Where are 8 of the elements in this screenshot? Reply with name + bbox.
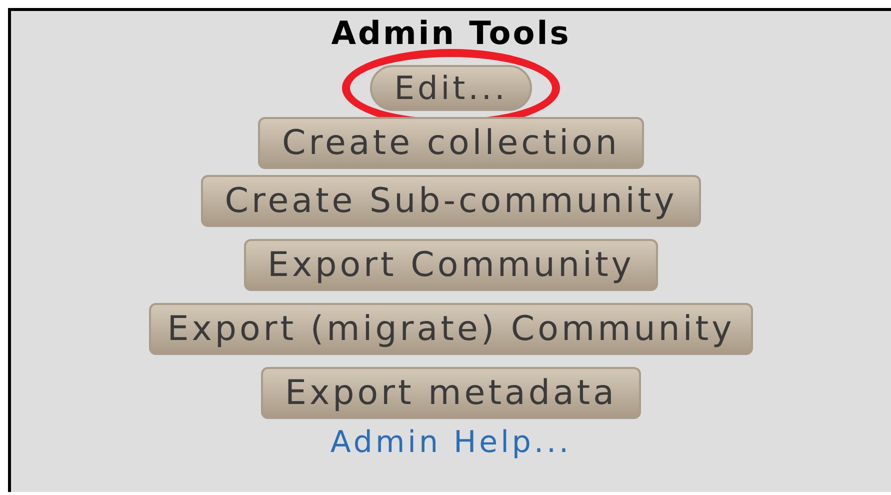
admin-button[interactable]: Export Community: [244, 239, 658, 291]
admin-button[interactable]: Create Sub-community: [200, 175, 702, 227]
help-link[interactable]: Admin Help...: [330, 425, 572, 461]
admin-button[interactable]: Export (migrate) Community: [149, 303, 753, 355]
admin-button[interactable]: Create collection: [258, 117, 644, 169]
admin-button[interactable]: Export metadata: [261, 367, 641, 419]
admin-button[interactable]: Edit...: [370, 65, 532, 111]
panel-title: Admin Tools: [331, 15, 571, 51]
